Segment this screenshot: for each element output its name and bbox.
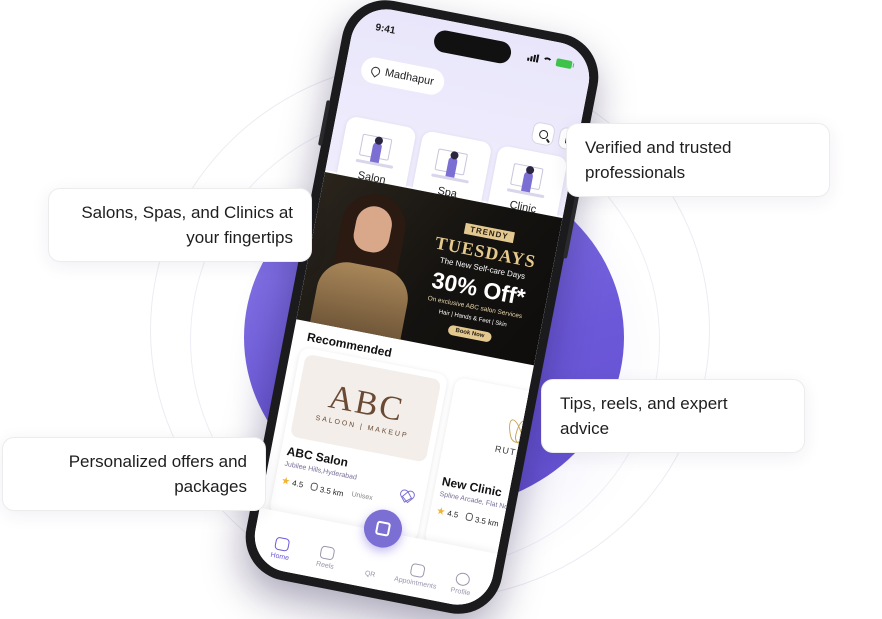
tab-appointments[interactable]: Appointments	[393, 560, 440, 591]
phone-frame: Madhapur Salon Spa Clinic 9:41 TRENDY TU…	[238, 0, 606, 619]
callout-tips: Tips, reels, and expert advice	[541, 379, 805, 453]
book-now-button[interactable]: Book Now	[447, 324, 493, 343]
salon-type: Unisex	[350, 491, 374, 503]
location-chip[interactable]: Madhapur	[358, 55, 446, 97]
tab-label: Reels	[315, 560, 335, 571]
salon-illustration	[353, 131, 401, 172]
tab-label: Profile	[449, 586, 471, 598]
lotus-icon	[505, 416, 541, 447]
callout-offers: Personalized offers and packages	[2, 437, 266, 511]
location-pin-icon	[369, 64, 382, 78]
tab-qr[interactable]: QR	[349, 547, 395, 582]
profile-icon	[454, 571, 471, 588]
rating: 4.5	[446, 508, 460, 520]
phone-mockup: Madhapur Salon Spa Clinic 9:41 TRENDY TU…	[238, 0, 606, 619]
dynamic-island	[432, 28, 513, 66]
status-icons	[526, 53, 573, 70]
clinic-illustration	[504, 160, 552, 201]
offer-text: TRENDY TUESDAYS The New Self-care Days 3…	[405, 210, 555, 352]
callout-text: Verified and trusted professionals	[585, 138, 732, 182]
distance-icon	[465, 511, 474, 522]
ruthvik-logo-text: RUTHVIK	[494, 443, 542, 463]
salon-meta: ★ 4.5 3.5 km Unisex	[280, 475, 418, 512]
tab-reels[interactable]: Reels	[304, 543, 350, 574]
tab-label: Appointments	[393, 575, 437, 591]
app-screen: Madhapur Salon Spa Clinic 9:41 TRENDY TU…	[248, 3, 596, 611]
star-icon: ★	[435, 505, 447, 519]
callout-text: Personalized offers and packages	[68, 452, 247, 496]
reels-icon	[319, 545, 336, 561]
abc-logo: ABC SALOON | MAKEUP	[289, 353, 442, 463]
calendar-icon	[409, 562, 426, 579]
clinic-meta: ★ 4.5 3.5 km	[435, 506, 573, 543]
signal-icon	[526, 53, 540, 63]
spa-illustration	[429, 146, 477, 187]
location-label: Madhapur	[383, 66, 435, 88]
callout-verified: Verified and trusted professionals	[566, 123, 830, 197]
tab-profile[interactable]: Profile	[439, 569, 485, 600]
callout-salons: Salons, Spas, and Clinics at your finger…	[48, 188, 312, 262]
home-icon	[274, 536, 291, 552]
star-icon: ★	[280, 475, 292, 488]
distance: 3.5 km	[319, 484, 345, 498]
callout-text: Tips, reels, and expert advice	[560, 394, 728, 438]
tab-label: QR	[364, 570, 376, 579]
search-button[interactable]	[530, 121, 557, 147]
heart-icon[interactable]	[400, 489, 414, 502]
tab-home[interactable]: Home	[258, 534, 304, 565]
battery-icon	[555, 58, 573, 70]
distance-icon	[310, 481, 319, 491]
qr-icon	[374, 520, 392, 537]
status-time: 9:41	[374, 22, 397, 37]
distance: 3.5 km	[474, 514, 500, 529]
rating: 4.5	[291, 478, 305, 490]
salon-card-abc[interactable]: ABC SALOON | MAKEUP ABC Salon Jubilee Hi…	[268, 346, 449, 543]
wifi-icon	[541, 55, 553, 65]
callout-text: Salons, Spas, and Clinics at your finger…	[81, 203, 293, 247]
search-icon	[537, 128, 549, 140]
tab-label: Home	[269, 551, 290, 563]
